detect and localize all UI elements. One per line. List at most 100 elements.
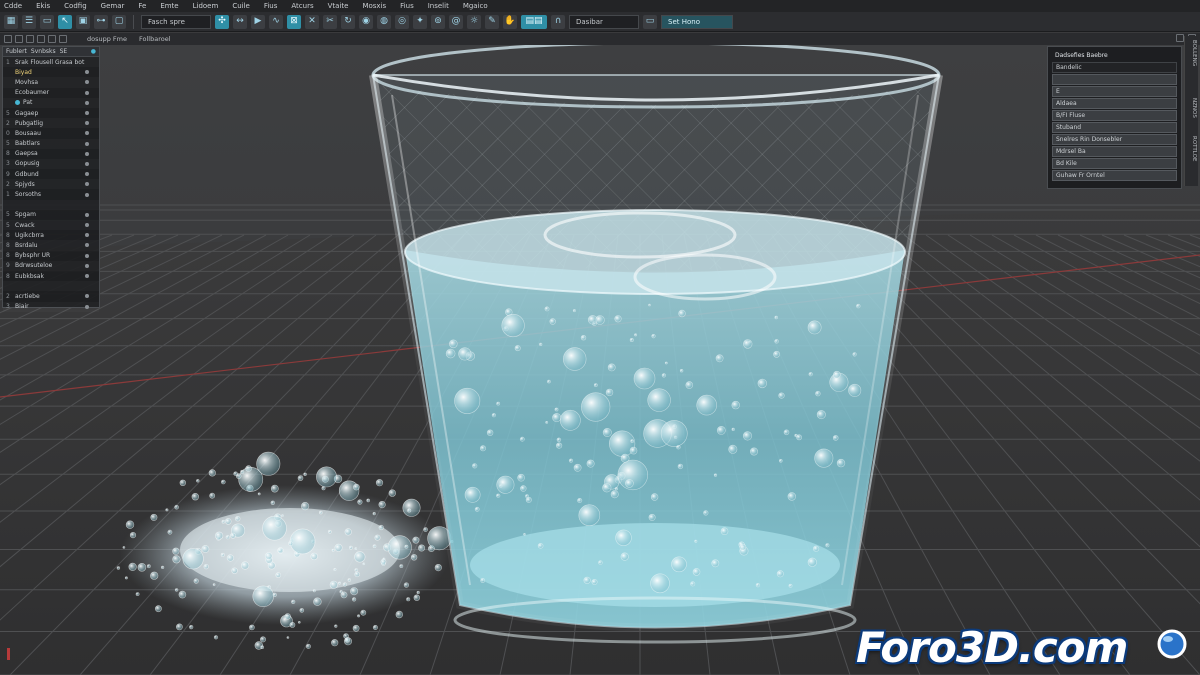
display-icon[interactable]: ▭ [643, 14, 657, 29]
outliner-item[interactable]: 1 Srak Flousell Grasa bot [3, 57, 99, 67]
visibility-icon[interactable] [85, 161, 89, 166]
wire-icon[interactable] [26, 35, 34, 43]
outliner-item[interactable]: 8 Gaepsa [3, 149, 99, 159]
search-field[interactable]: Fasch spre [141, 14, 211, 29]
outliner-item[interactable] [3, 281, 99, 291]
property-field[interactable]: Aldaea [1052, 98, 1177, 109]
outliner-item[interactable]: 8 Bsrdalu [3, 240, 99, 250]
visibility-icon[interactable] [85, 111, 89, 116]
rotate-icon[interactable]: ↻ [341, 14, 355, 29]
light-toggle-icon[interactable] [37, 35, 45, 43]
visibility-icon[interactable] [85, 100, 89, 105]
menu-item[interactable]: Ekis [36, 2, 50, 10]
menu-item[interactable]: Atcurs [291, 2, 313, 10]
bubble-icon[interactable]: ⊚ [431, 14, 445, 29]
pen-icon[interactable]: ✎ [485, 14, 499, 29]
settings-icon[interactable] [1176, 34, 1184, 42]
record-icon[interactable]: ◉ [359, 14, 373, 29]
magnet-icon[interactable]: ∩ [551, 14, 565, 29]
outliner-item[interactable]: 5 Babtlars [3, 139, 99, 149]
outliner-item[interactable]: 5 Spgam [3, 210, 99, 220]
play-icon[interactable]: ▶ [251, 14, 265, 29]
shade-icon[interactable] [15, 35, 23, 43]
visibility-icon[interactable] [85, 182, 89, 187]
outliner-tab[interactable]: SE [60, 48, 68, 55]
outliner-item[interactable]: 1 Sorsoths [3, 189, 99, 199]
outliner-item[interactable]: Movhsa [3, 77, 99, 87]
layer-field[interactable]: Set Hono [661, 14, 733, 29]
outliner-tab[interactable]: Fublert [6, 48, 27, 55]
grid-icon[interactable]: ▦ [4, 14, 18, 29]
menu-item[interactable]: Fe [138, 2, 146, 10]
side-tab[interactable]: NZNOS [1187, 98, 1197, 118]
star-icon[interactable]: ✦ [413, 14, 427, 29]
outliner-item[interactable]: Biyad [3, 67, 99, 77]
camera-dropdown[interactable]: Dasibar [569, 14, 639, 29]
visibility-icon[interactable] [85, 223, 89, 228]
outliner-item[interactable]: 3 Gopusig [3, 159, 99, 169]
side-tab[interactable]: BOLLENG [1187, 40, 1197, 66]
link-icon[interactable]: ⊶ [94, 14, 108, 29]
menu-item[interactable]: Mgaico [463, 2, 488, 10]
visibility-icon[interactable] [85, 243, 89, 248]
outliner-item[interactable]: 0 Bousaau [3, 128, 99, 138]
bone-icon[interactable]: ⊠ [287, 14, 301, 29]
viewport-3d[interactable] [0, 45, 1200, 675]
property-field[interactable]: Guhaw Fr Orntel [1052, 170, 1177, 181]
visibility-icon[interactable] [85, 121, 89, 126]
outliner-item[interactable]: 9 Bdrwsuteloe [3, 261, 99, 271]
property-field[interactable]: Bd Kile [1052, 158, 1177, 169]
outliner-item[interactable]: 2 Spjyds [3, 179, 99, 189]
visibility-icon[interactable] [85, 233, 89, 238]
outliner-item[interactable]: 9 Gdbund [3, 169, 99, 179]
curve-icon[interactable]: ∿ [269, 14, 283, 29]
move-icon[interactable]: ↔ [233, 14, 247, 29]
light-icon[interactable]: ☼ [467, 14, 481, 29]
scissors-icon[interactable]: ✂ [323, 14, 337, 29]
property-field[interactable]: E [1052, 86, 1177, 97]
property-field[interactable]: Mdrsel Ba [1052, 146, 1177, 157]
visibility-icon[interactable] [85, 151, 89, 156]
menu-item[interactable]: Gemar [101, 2, 125, 10]
list-icon[interactable]: ☰ [22, 14, 36, 29]
menu-item[interactable]: Emte [160, 2, 178, 10]
property-field[interactable]: Stuband [1052, 122, 1177, 133]
visibility-icon[interactable] [85, 212, 89, 217]
outliner-item[interactable]: 3 Biair [3, 302, 99, 312]
outliner-item[interactable]: 2 acrtiebe [3, 291, 99, 301]
outliner-item[interactable]: 8 Eubkbsak [3, 271, 99, 281]
menu-item[interactable]: Vtaite [328, 2, 349, 10]
menu-item[interactable]: Cuile [232, 2, 250, 10]
visibility-icon[interactable] [85, 172, 89, 177]
menu-item[interactable]: Lidoem [193, 2, 219, 10]
visibility-icon[interactable] [85, 304, 89, 309]
outliner-item[interactable]: Pat [3, 98, 99, 108]
side-tab[interactable]: ROTTLOE [1187, 136, 1197, 161]
outliner-item[interactable]: 2 Pubgatlig [3, 118, 99, 128]
transform-icon[interactable]: ✣ [215, 14, 229, 29]
grid-toggle-icon[interactable] [59, 35, 67, 43]
property-field[interactable] [1052, 74, 1177, 85]
outliner-item[interactable]: 8 Ugikcbrra [3, 230, 99, 240]
outliner-search-icon[interactable]: ● [91, 48, 96, 55]
visibility-icon[interactable] [85, 294, 89, 299]
menu-item[interactable]: Fius [264, 2, 278, 10]
visibility-icon[interactable] [85, 192, 89, 197]
menu-item[interactable]: Cdde [4, 2, 22, 10]
property-field[interactable]: B/FI Fluse [1052, 110, 1177, 121]
visibility-icon[interactable] [85, 274, 89, 279]
frame-icon[interactable]: ▢ [112, 14, 126, 29]
pointer-icon[interactable]: ↖ [58, 14, 72, 29]
menu-item[interactable]: Mosxis [362, 2, 386, 10]
target-icon[interactable]: ◎ [395, 14, 409, 29]
outliner-item[interactable]: Ecobaumer [3, 88, 99, 98]
render-region-icon[interactable]: ▤▤ [521, 14, 547, 29]
outliner-item[interactable]: 5 Cwack [3, 220, 99, 230]
visibility-icon[interactable] [85, 131, 89, 136]
visibility-icon[interactable] [85, 90, 89, 95]
visibility-icon[interactable] [85, 70, 89, 75]
outliner-tab[interactable]: Svnbsks [31, 48, 56, 55]
camera-icon[interactable] [48, 35, 56, 43]
visibility-icon[interactable] [85, 263, 89, 268]
cross-icon[interactable]: ✕ [305, 14, 319, 29]
